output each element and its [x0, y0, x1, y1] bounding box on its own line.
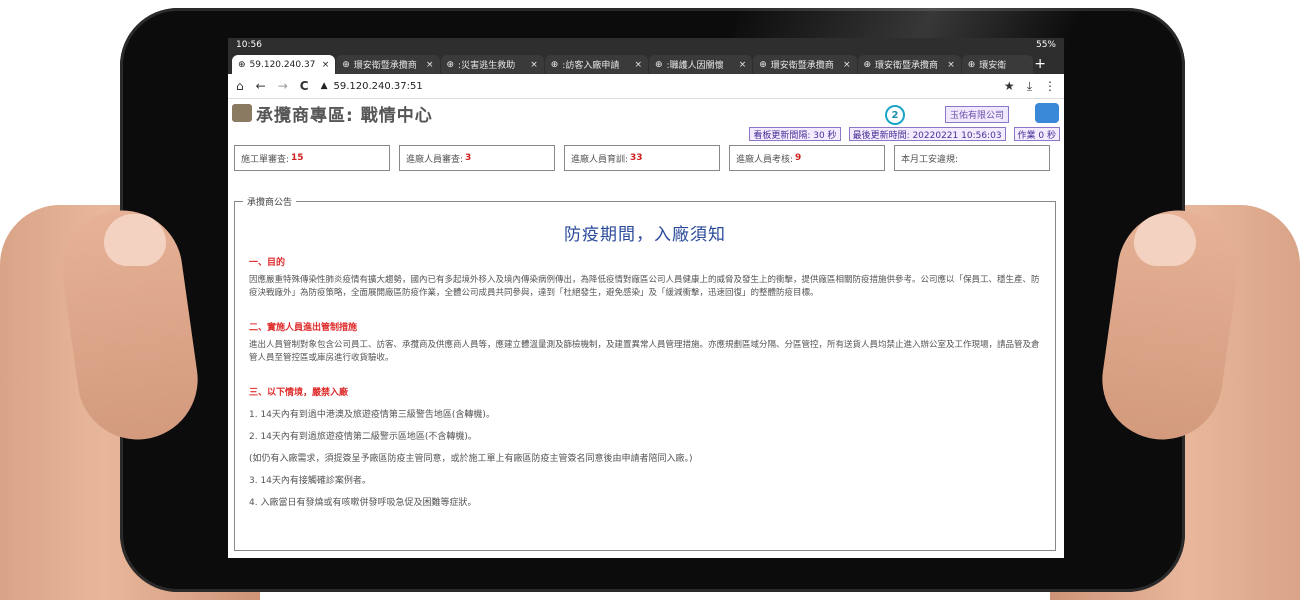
stat-value: 9	[795, 153, 802, 163]
close-icon[interactable]: ×	[530, 60, 538, 70]
section-heading: 二、實施人員進出管制措施	[249, 323, 358, 333]
notice-title: 防疫期間，入廠須知	[564, 225, 726, 245]
user-icon[interactable]	[1035, 103, 1059, 123]
browser-tab[interactable]: ⊕:訪客入廠申請 ×	[544, 55, 648, 74]
stat-work-order-review[interactable]: 施工單審查: 15	[234, 145, 390, 171]
announcement-legend: 承攬商公告	[243, 195, 297, 208]
close-icon[interactable]: ×	[843, 60, 851, 70]
tab-label: 59.120.240.37	[249, 59, 316, 70]
refresh-interval: 看板更新間隔: 30 秒	[749, 127, 841, 141]
stat-personnel-assessment[interactable]: 進廠人員考核: 9	[729, 145, 885, 171]
tablet-screen: 10:56 55% ⊕ 59.120.240.37 × ⊕ 環安衛暨承攬商 × ⊕:災害…	[228, 38, 1064, 558]
browser-tab[interactable]: ⊕:職護人因關懷 ×	[649, 55, 753, 74]
globe-icon: ⊕	[238, 59, 246, 70]
section-heading: 一、目的	[249, 258, 286, 268]
work-seconds: 作業 0 秒	[1013, 127, 1060, 141]
close-icon[interactable]: ×	[739, 60, 747, 70]
battery-level: 55%	[1035, 40, 1056, 50]
reload-icon[interactable]: C	[300, 79, 309, 93]
download-icon[interactable]: ⤓	[1027, 79, 1032, 94]
section-text: 因應嚴重特殊傳染性肺炎疫情有擴大趨勢，國內已有多起境外移入及境內傳染病例傳出，為…	[249, 275, 1040, 298]
right-thumbnail	[1134, 214, 1196, 266]
stat-label: 進廠人員考核:	[736, 154, 794, 165]
browser-tab[interactable]: ⊕ 環安衛暨承攬商 ×	[857, 55, 961, 74]
browser-tab[interactable]: ⊕:災害逃生救助 ×	[440, 55, 544, 74]
stat-value: 3	[465, 153, 472, 163]
status-time: 10:56	[236, 40, 262, 50]
list-item: 3. 14天內有接觸確診案例者。	[249, 476, 371, 486]
notification-badge[interactable]: 2	[885, 105, 905, 125]
browser-tab-strip: ⊕ 59.120.240.37 × ⊕ 環安衛暨承攬商 × ⊕:災害逃生救助 × ⊕:訪客…	[228, 52, 1064, 74]
globe-icon: ⊕	[342, 59, 350, 70]
globe-icon: ⊕	[550, 59, 559, 70]
globe-icon: ⊕	[863, 59, 872, 70]
warning-icon[interactable]: ▲	[321, 81, 328, 91]
close-icon[interactable]: ×	[426, 60, 434, 70]
address-bar[interactable]: ▲ 59.120.240.37:51	[321, 81, 423, 92]
stat-value: 33	[630, 153, 643, 163]
stat-safety-violations[interactable]: 本月工安違規:	[894, 145, 1050, 171]
close-icon[interactable]: ×	[634, 60, 642, 70]
globe-icon: ⊕	[655, 59, 663, 70]
section-text: 進出人員管制對象包含公司員工、訪客、承攬商及供應商人員等，應建立體溫量測及篩檢機…	[249, 340, 1040, 363]
stat-label: 進廠人員育訓:	[571, 154, 629, 165]
stat-value: 15	[291, 153, 304, 163]
left-thumbnail	[104, 214, 166, 266]
stat-label: 本月工安違規:	[901, 154, 959, 165]
new-tab-button[interactable]: +	[1034, 56, 1046, 72]
tab-label: 環安衛暨承攬商	[353, 61, 417, 71]
browser-tab[interactable]: ⊕ 59.120.240.37 ×	[232, 55, 336, 74]
back-icon[interactable]: ←	[256, 79, 266, 93]
globe-icon: ⊕	[446, 59, 455, 70]
stats-row: 施工單審查: 15 進廠人員審查: 3 進廠人員育訓: 33 進廠人員考核: 9 本月工…	[228, 141, 1064, 175]
page-header: 承攬商專區: 戰情中心 2 玉佑有限公司	[228, 99, 1064, 127]
tab-label: 環安衛	[979, 61, 1007, 71]
last-update-time: 最後更新時間: 20220221 10:56:03	[848, 127, 1006, 141]
stat-personnel-training[interactable]: 進廠人員育訓: 33	[564, 145, 720, 171]
home-icon[interactable]: ⌂	[236, 79, 244, 93]
stat-label: 施工單審查:	[241, 154, 290, 165]
page-title: 承攬商專區: 戰情中心	[256, 105, 433, 126]
list-item: 2. 14天內有到過旅遊疫情第二級警示區地區(不含轉機)。	[249, 432, 477, 442]
globe-icon: ⊕	[759, 59, 767, 70]
announcement-panel: 承攬商公告 防疫期間，入廠須知 一、目的 因應嚴重特殊傳染性肺炎疫情有擴大趨勢，…	[234, 195, 1056, 551]
tab-label: :災害逃生救助	[458, 61, 516, 71]
stat-personnel-review[interactable]: 進廠人員審查: 3	[399, 145, 555, 171]
browser-tab[interactable]: ⊕ 環安衛暨承攬商 ×	[753, 55, 857, 74]
section-heading: 三、以下情境，嚴禁入廠	[249, 388, 349, 398]
browser-tab[interactable]: ⊕ 環安衛暨承攬商 ×	[336, 55, 440, 74]
browser-toolbar: ⌂ ← → C ▲ 59.120.240.37:51 ★ ⤓ ⋮	[228, 74, 1064, 99]
logo-icon	[232, 104, 252, 122]
list-item: 4. 入廠當日有發燒或有咳嗽併發呼吸急促及困難等症狀。	[249, 498, 477, 508]
stat-label: 進廠人員審查:	[406, 154, 464, 165]
url-text[interactable]: 59.120.240.37:51	[333, 81, 422, 92]
forward-icon[interactable]: →	[278, 79, 288, 93]
star-icon[interactable]: ★	[1004, 79, 1015, 93]
tab-label: :訪客入廠申請	[562, 61, 620, 71]
tab-label: :職護人因關懷	[666, 61, 724, 71]
browser-tab[interactable]: ⊕ 環安衛	[961, 55, 1034, 74]
info-bar: 看板更新間隔: 30 秒 最後更新時間: 20220221 10:56:03 作…	[228, 127, 1064, 141]
menu-icon[interactable]: ⋮	[1044, 79, 1056, 93]
status-bar: 10:56 55%	[228, 38, 1064, 52]
list-item: 1. 14天內有到過中港澳及旅遊疫情第三級警告地區(含轉機)。	[249, 410, 495, 420]
tab-label: 環安衛暨承攬商	[770, 61, 834, 71]
close-icon[interactable]: ×	[322, 60, 330, 70]
list-item: (如仍有入廠需求，須提簽呈予廠區防疫主管同意，或於施工單上有廠區防疫主管簽名同意…	[249, 454, 693, 464]
tab-label: 環安衛暨承攬商	[875, 61, 939, 71]
close-icon[interactable]: ×	[947, 60, 955, 70]
globe-icon: ⊕	[967, 59, 976, 70]
company-name[interactable]: 玉佑有限公司	[945, 106, 1010, 123]
